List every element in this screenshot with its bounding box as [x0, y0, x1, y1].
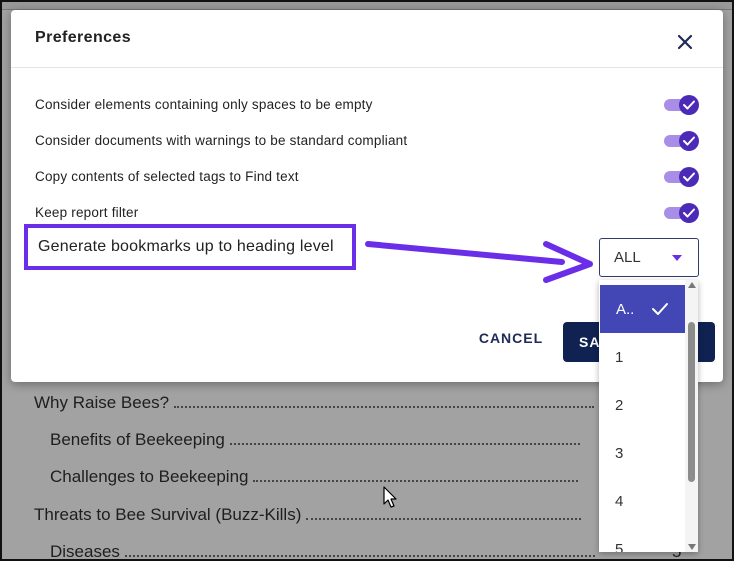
cancel-button[interactable]: CANCEL — [471, 330, 551, 354]
dropdown-option-1[interactable]: 1 — [599, 333, 684, 381]
pref-toggle-empty-spaces[interactable] — [662, 94, 700, 116]
pref-label: Consider documents with warnings to be s… — [35, 133, 408, 148]
pref-row-warnings-compliant: Consider documents with warnings to be s… — [35, 130, 705, 154]
pref-label: Consider elements containing only spaces… — [35, 97, 373, 112]
option-label: 5 — [615, 541, 624, 552]
caret-down-icon — [672, 255, 682, 261]
mouse-cursor-icon — [383, 486, 397, 508]
option-label: 2 — [615, 397, 624, 414]
option-label: A.. — [616, 301, 635, 318]
toc-dot-leader — [229, 443, 580, 445]
pref-label: Copy contents of selected tags to Find t… — [35, 169, 299, 184]
checkmark-icon — [683, 208, 695, 218]
scroll-down-icon[interactable] — [688, 544, 696, 550]
close-button[interactable] — [671, 28, 699, 56]
toc-entry-text: Diseases — [50, 542, 120, 561]
dropdown-scrollbar[interactable] — [685, 280, 698, 552]
scroll-thumb[interactable] — [688, 322, 695, 482]
heading-level-select[interactable]: ALL — [599, 238, 699, 277]
save-button-label: SA — [579, 334, 601, 350]
toc-entry-text: Threats to Bee Survival (Buzz-Kills) — [34, 505, 302, 524]
close-icon — [677, 34, 693, 50]
dialog-title: Preferences — [35, 29, 132, 46]
toc-dot-leader — [124, 555, 595, 557]
pref-toggle-report-filter[interactable] — [662, 202, 700, 224]
checkmark-icon — [683, 172, 695, 182]
dropdown-option-all[interactable]: A.. — [600, 285, 685, 333]
toc-entry: Why Raise Bees? — [34, 393, 594, 413]
dropdown-option-2[interactable]: 2 — [599, 381, 684, 429]
select-value: ALL — [614, 249, 641, 266]
toggle-knob — [679, 203, 699, 223]
checkmark-icon — [683, 136, 695, 146]
bookmarks-highlight-box: Generate bookmarks up to heading level — [24, 224, 356, 270]
toc-entry: Threats to Bee Survival (Buzz-Kills) — [34, 505, 582, 525]
toc-entry-text: Why Raise Bees? — [34, 393, 170, 412]
pref-row-copy-tags: Copy contents of selected tags to Find t… — [35, 166, 705, 190]
scroll-up-icon[interactable] — [688, 282, 696, 288]
bookmarks-level-label: Generate bookmarks up to heading level — [38, 238, 334, 255]
toc-entry-text: Challenges to Beekeeping — [50, 467, 249, 486]
option-label: 4 — [615, 493, 624, 510]
dropdown-option-5[interactable]: 5 — [599, 525, 684, 552]
toggle-knob — [679, 131, 699, 151]
screenshot-frame: Why Raise Bees? Benefits of Beekeeping C… — [0, 0, 734, 561]
checkmark-icon — [683, 100, 695, 110]
toc-entry: Diseases 5 — [50, 542, 690, 561]
dropdown-option-3[interactable]: 3 — [599, 429, 684, 477]
pref-label: Keep report filter — [35, 205, 139, 220]
background-toolbar — [2, 2, 732, 10]
option-label: 3 — [615, 445, 624, 462]
toggle-knob — [679, 167, 699, 187]
toc-dot-leader — [173, 406, 594, 408]
checkmark-icon — [652, 303, 668, 315]
toc-dot-leader — [306, 518, 582, 520]
toc-entry: Benefits of Beekeeping — [50, 430, 580, 450]
option-label: 1 — [615, 349, 624, 366]
dropdown-option-4[interactable]: 4 — [599, 477, 684, 525]
dialog-header: Preferences — [11, 10, 723, 68]
toc-entry-text: Benefits of Beekeeping — [50, 430, 225, 449]
heading-level-dropdown: A.. 1 2 3 4 5 — [599, 280, 698, 552]
annotation-arrow-icon — [365, 241, 593, 283]
pref-row-empty-spaces: Consider elements containing only spaces… — [35, 94, 705, 118]
pref-row-report-filter: Keep report filter — [35, 202, 705, 226]
pref-toggle-copy-tags[interactable] — [662, 166, 700, 188]
toggle-knob — [679, 95, 699, 115]
pref-toggle-warnings-compliant[interactable] — [662, 130, 700, 152]
toc-entry: Challenges to Beekeeping — [50, 467, 579, 487]
toc-dot-leader — [253, 480, 579, 482]
